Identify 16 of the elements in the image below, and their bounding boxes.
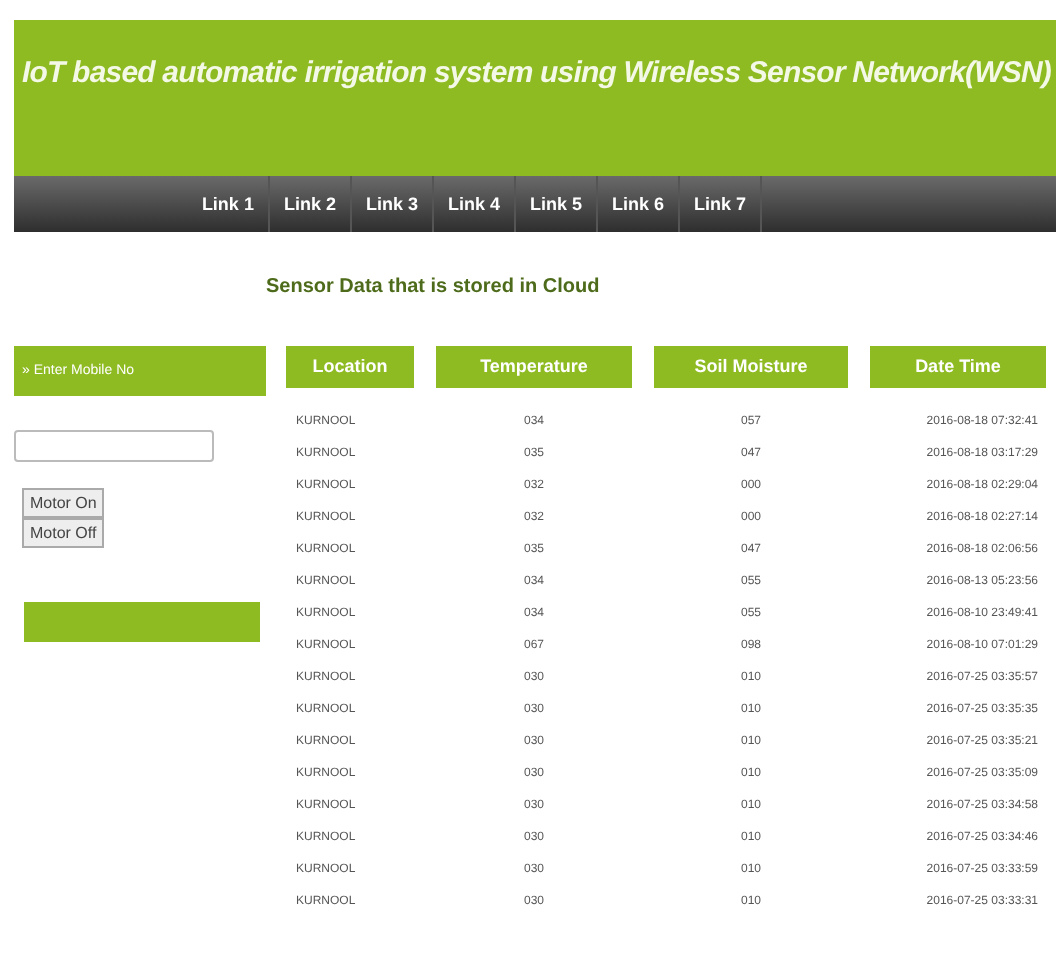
column-header: Soil Moisture: [654, 346, 848, 388]
motor-button[interactable]: Motor Off: [22, 518, 105, 548]
column-header: Date Time: [870, 346, 1046, 388]
nav-link[interactable]: Link 1: [187, 176, 270, 232]
column-header: Location: [286, 346, 414, 388]
column-header: Temperature: [436, 346, 632, 388]
nav-link[interactable]: Link 3: [351, 176, 434, 232]
site-title: IoT based automatic irrigation system using Wireless Sensor Network(WSN): [22, 56, 1054, 90]
nav-link[interactable]: Link 7: [680, 176, 763, 232]
nav-link[interactable]: Link 6: [598, 176, 681, 232]
motor-button[interactable]: Motor On: [22, 488, 105, 518]
nav-link[interactable]: Link 2: [269, 176, 352, 232]
nav-link[interactable]: Link 5: [516, 176, 599, 232]
nav-link[interactable]: Link 4: [433, 176, 516, 232]
section-heading: Sensor Data that is stored in Cloud: [266, 276, 602, 298]
mobile-input[interactable]: [14, 430, 214, 462]
